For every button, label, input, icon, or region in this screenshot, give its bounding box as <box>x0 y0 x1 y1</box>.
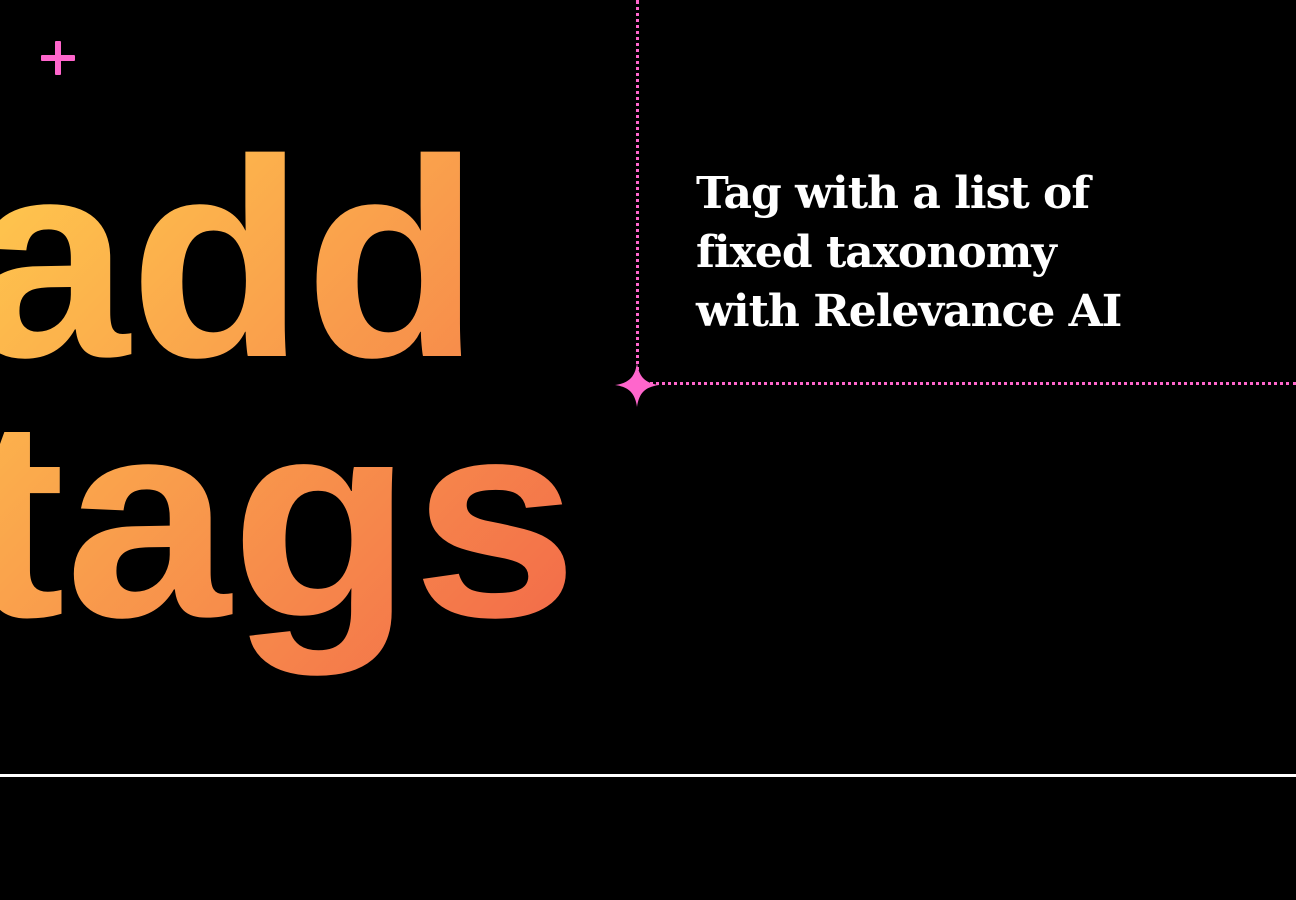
tagline-line-1: Tag with a list of <box>696 168 1090 219</box>
tagline-line-2: fixed taxonomy <box>696 227 1057 278</box>
tagline-line-3: with Relevance AI <box>696 286 1122 337</box>
four-point-star-icon <box>615 363 659 407</box>
hero-word-tags: tags <box>0 361 578 678</box>
vertical-dotted-divider <box>636 0 639 384</box>
hero-wordmark: add tags <box>0 101 578 678</box>
tagline: Tag with a list of fixed taxonomy with R… <box>696 164 1256 341</box>
horizontal-dotted-divider <box>637 382 1296 385</box>
bottom-rule <box>0 774 1296 777</box>
slide: add tags Tag with a list of fixed taxono… <box>0 0 1296 900</box>
